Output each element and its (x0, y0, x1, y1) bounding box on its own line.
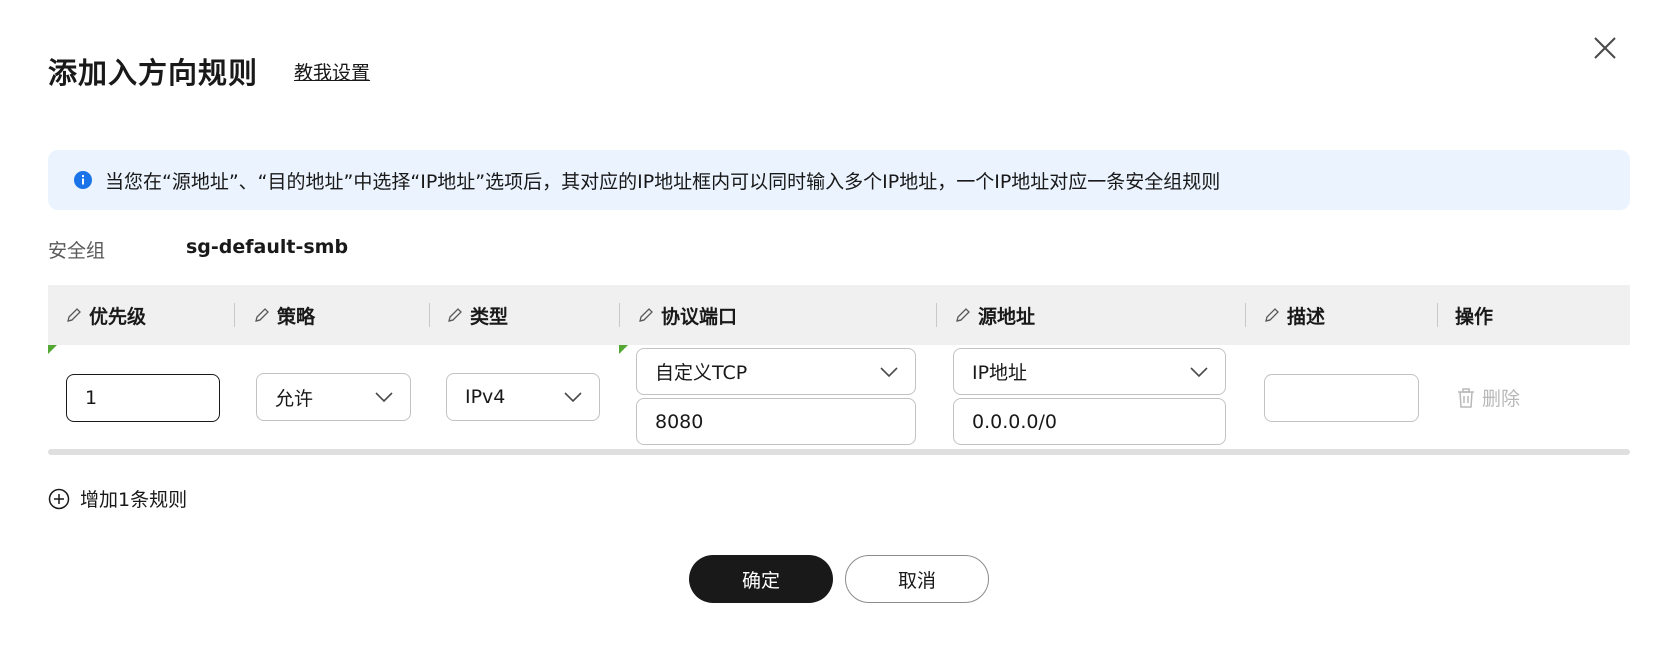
header-source: 源地址 (954, 285, 1035, 345)
add-inbound-rule-dialog: 添加入方向规则 教我设置 当您在“源地址”、“目的地址”中选择“IP地址”选项后… (0, 0, 1674, 649)
edit-icon (1265, 308, 1279, 322)
edit-icon (639, 308, 653, 322)
plus-circle-icon (48, 488, 70, 509)
type-select[interactable]: IPv4 (446, 373, 600, 421)
header-priority: 优先级 (65, 285, 146, 345)
info-banner: 当您在“源地址”、“目的地址”中选择“IP地址”选项后，其对应的IP地址框内可以… (48, 150, 1630, 210)
header-policy: 策略 (253, 285, 315, 345)
edit-icon (67, 308, 81, 322)
close-icon[interactable] (1590, 33, 1620, 63)
description-input[interactable] (1264, 374, 1419, 422)
chevron-down-icon (564, 392, 582, 403)
trash-icon (1458, 387, 1474, 408)
protocol-select[interactable]: 自定义TCP (636, 348, 916, 395)
table-scrollbar[interactable] (48, 449, 1630, 455)
source-address-input[interactable]: 0.0.0.0/0 (953, 398, 1226, 445)
info-icon (74, 171, 92, 189)
header-type: 类型 (446, 285, 508, 345)
edit-icon (956, 308, 970, 322)
priority-input[interactable]: 1 (66, 374, 220, 422)
edit-icon (255, 308, 269, 322)
confirm-button[interactable]: 确定 (689, 555, 833, 603)
chevron-down-icon (375, 392, 393, 403)
header-action: 操作 (1455, 305, 1494, 328)
header-description: 描述 (1263, 285, 1325, 345)
chevron-down-icon (1190, 366, 1208, 377)
rules-table-header: 优先级 策略 类型 协议端口 源地址 描述 操作 (48, 285, 1630, 345)
port-input[interactable]: 8080 (636, 398, 916, 445)
chevron-down-icon (880, 366, 898, 377)
cancel-button[interactable]: 取消 (845, 555, 989, 603)
header-protocol-port: 协议端口 (637, 285, 737, 345)
add-rule-button[interactable]: 增加1条规则 (48, 485, 187, 512)
help-link[interactable]: 教我设置 (294, 58, 370, 85)
security-group-value: sg-default-smb (186, 236, 349, 258)
dialog-title: 添加入方向规则 (48, 56, 259, 90)
policy-select[interactable]: 允许 (256, 373, 411, 421)
info-text: 当您在“源地址”、“目的地址”中选择“IP地址”选项后，其对应的IP地址框内可以… (105, 170, 1221, 193)
modified-marker (48, 345, 57, 354)
edit-icon (448, 308, 462, 322)
delete-rule-button[interactable]: 删除 (1456, 384, 1520, 411)
source-type-select[interactable]: IP地址 (953, 348, 1226, 395)
security-group-label: 安全组 (48, 240, 106, 262)
modified-marker (619, 345, 628, 354)
